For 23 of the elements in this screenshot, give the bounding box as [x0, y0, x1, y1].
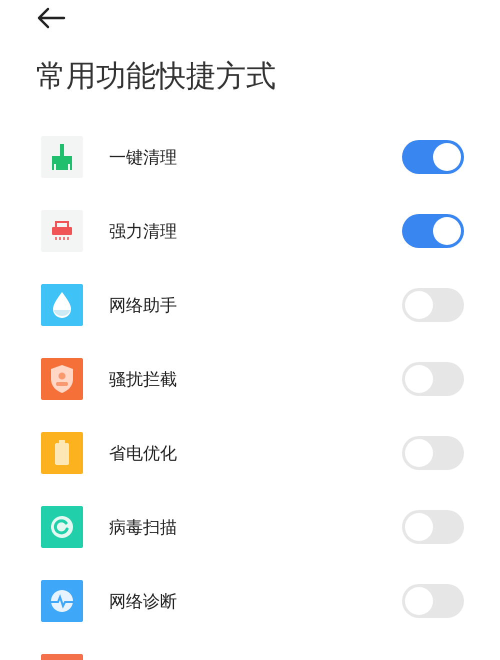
shield-icon	[41, 358, 83, 400]
back-arrow-icon[interactable]	[36, 7, 66, 29]
toggle-switch[interactable]	[402, 140, 464, 174]
pulse-icon	[41, 580, 83, 622]
setting-label: 网络助手	[109, 294, 178, 316]
water-drop-icon	[41, 284, 83, 326]
setting-label: 病毒扫描	[109, 516, 178, 538]
toggle-switch[interactable]	[402, 584, 464, 618]
toggle-switch[interactable]	[402, 510, 464, 544]
toggle-switch[interactable]	[402, 436, 464, 470]
setting-label: 骚扰拦截	[109, 368, 178, 390]
page-title: 常用功能快捷方式	[35, 58, 277, 96]
setting-label: 强力清理	[109, 220, 178, 242]
toggle-switch[interactable]	[402, 288, 464, 322]
toggle-switch[interactable]	[402, 214, 464, 248]
setting-label: 网络诊断	[109, 590, 178, 612]
toggle-switch[interactable]	[402, 362, 464, 396]
printer-icon	[41, 210, 83, 252]
battery-icon	[41, 432, 83, 474]
broom-icon	[41, 136, 83, 178]
setting-label: 省电优化	[109, 442, 178, 464]
scan-icon	[41, 506, 83, 548]
setting-label: 一键清理	[109, 146, 178, 168]
